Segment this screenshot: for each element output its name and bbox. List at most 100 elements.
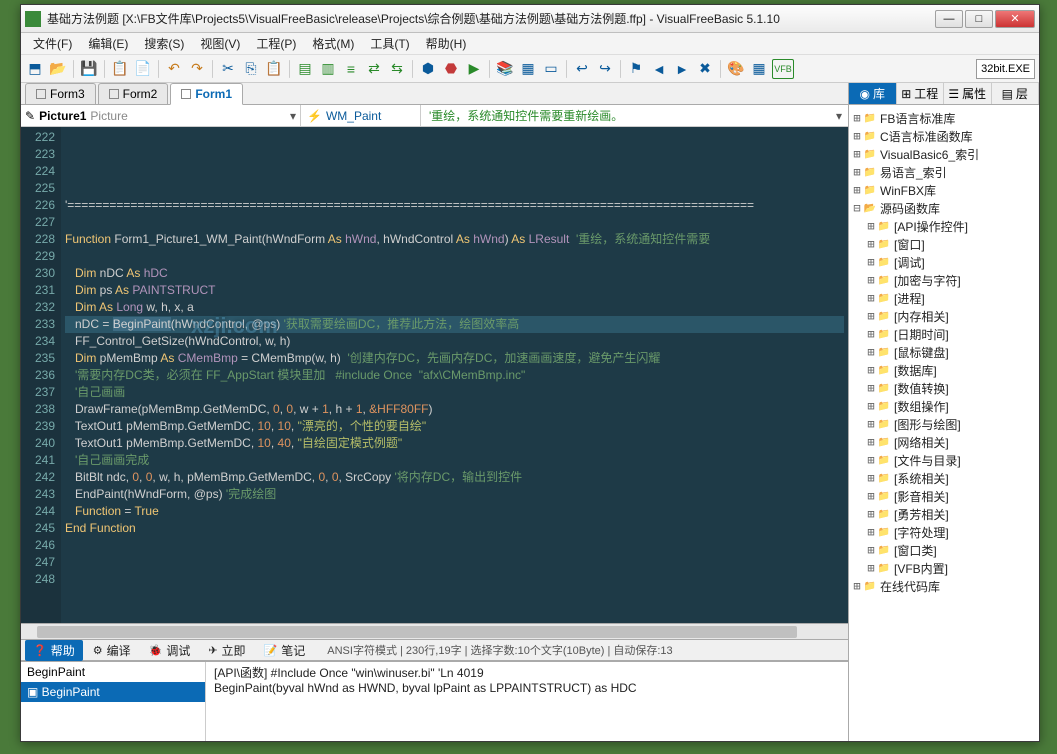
tree-node[interactable]: ⊞📁[窗口类] [851, 541, 1037, 559]
tree-node[interactable]: ⊞📁[字符处理] [851, 523, 1037, 541]
help-list[interactable]: BeginPaint▣ BeginPaint [21, 662, 206, 741]
run-button[interactable]: ▶ [464, 59, 484, 79]
menu-item[interactable]: 工程(P) [248, 33, 304, 54]
tree-node[interactable]: ⊞📁[鼠标键盘] [851, 343, 1037, 361]
redo-button[interactable]: ↷ [187, 59, 207, 79]
tree-node[interactable]: ⊞📁[API操作控件] [851, 217, 1037, 235]
bottom-tab[interactable]: 🐞调试 [141, 640, 199, 661]
flag-next-button[interactable]: ► [672, 59, 692, 79]
new-button[interactable]: ⬒ [25, 59, 45, 79]
tree-node[interactable]: ⊞📁[数值转换] [851, 379, 1037, 397]
bottom-tab[interactable]: ✈立即 [200, 640, 253, 661]
expander-icon[interactable]: ⊞ [851, 579, 863, 593]
tree-node[interactable]: ⊞📁FB语言标准库 [851, 109, 1037, 127]
object-selector[interactable]: ✎ Picture1 Picture ▾ [21, 105, 301, 126]
horizontal-scrollbar[interactable] [21, 623, 848, 639]
tree-node[interactable]: ⊞📁[进程] [851, 289, 1037, 307]
expander-icon[interactable]: ⊞ [851, 111, 863, 125]
expander-icon[interactable]: ⊟ [851, 201, 863, 215]
bottom-tab[interactable]: ❓帮助 [25, 640, 83, 661]
expander-icon[interactable]: ⊞ [865, 525, 877, 539]
prev-button[interactable]: ↩ [572, 59, 592, 79]
menu-item[interactable]: 文件(F) [25, 33, 80, 54]
expander-icon[interactable]: ⊞ [865, 291, 877, 305]
indent-button[interactable]: ▤ [295, 59, 315, 79]
expander-icon[interactable]: ⊞ [865, 219, 877, 233]
help-list-item[interactable]: ▣ BeginPaint [21, 682, 205, 702]
menu-item[interactable]: 帮助(H) [418, 33, 475, 54]
expander-icon[interactable]: ⊞ [865, 453, 877, 467]
uncomment-button[interactable]: ⇆ [387, 59, 407, 79]
comment-button[interactable]: ⇄ [364, 59, 384, 79]
format-button[interactable]: ≡ [341, 59, 361, 79]
expander-icon[interactable]: ⊞ [865, 237, 877, 251]
vfb-button[interactable]: VFB [772, 59, 794, 79]
chevron-down-icon[interactable]: ▾ [830, 109, 848, 123]
cut-button[interactable]: ✂ [218, 59, 238, 79]
tree-node[interactable]: ⊟📂源码函数库 [851, 199, 1037, 217]
module-button[interactable]: ▦ [518, 59, 538, 79]
tree-node[interactable]: ⊞📁易语言_索引 [851, 163, 1037, 181]
cube-button[interactable]: ⬢ [418, 59, 438, 79]
expander-icon[interactable]: ⊞ [851, 165, 863, 179]
tree-node[interactable]: ⊞📁VisualBasic6_索引 [851, 145, 1037, 163]
flag-prev-button[interactable]: ◄ [649, 59, 669, 79]
tree-node[interactable]: ⊞📁在线代码库 [851, 577, 1037, 595]
next-button[interactable]: ↪ [595, 59, 615, 79]
minimize-button[interactable]: — [935, 10, 963, 28]
expander-icon[interactable]: ⊞ [865, 273, 877, 287]
target-combo[interactable]: 32bit.EXE [976, 59, 1035, 79]
expander-icon[interactable]: ⊞ [865, 417, 877, 431]
save-button[interactable]: 💾 [79, 59, 99, 79]
side-tab[interactable]: ▤层 [992, 83, 1040, 104]
outdent-button[interactable]: ▥ [318, 59, 338, 79]
menu-item[interactable]: 视图(V) [192, 33, 248, 54]
copy-button[interactable]: 📋 [110, 59, 130, 79]
grid-button[interactable]: ▦ [749, 59, 769, 79]
titlebar[interactable]: 基础方法例题 [X:\FB文件库\Projects5\VisualFreeBas… [21, 5, 1039, 33]
tree-node[interactable]: ⊞📁[日期时间] [851, 325, 1037, 343]
close-button[interactable]: ✕ [995, 10, 1035, 28]
expander-icon[interactable]: ⊞ [851, 183, 863, 197]
flag-clear-button[interactable]: ✖ [695, 59, 715, 79]
expander-icon[interactable]: ⊞ [865, 255, 877, 269]
expander-icon[interactable]: ⊞ [865, 435, 877, 449]
bottom-tab[interactable]: 📝笔记 [256, 640, 314, 661]
menu-item[interactable]: 编辑(E) [80, 33, 136, 54]
library-tree[interactable]: ⊞📁FB语言标准库⊞📁C语言标准函数库⊞📁VisualBasic6_索引⊞📁易语… [849, 105, 1039, 741]
flag-button[interactable]: ⚑ [626, 59, 646, 79]
expander-icon[interactable]: ⊞ [865, 489, 877, 503]
palette-button[interactable]: 🎨 [726, 59, 746, 79]
tree-node[interactable]: ⊞📁[调试] [851, 253, 1037, 271]
expander-icon[interactable]: ⊞ [865, 345, 877, 359]
tree-node[interactable]: ⊞📁[窗口] [851, 235, 1037, 253]
tree-node[interactable]: ⊞📁[系统相关] [851, 469, 1037, 487]
bottom-tab[interactable]: ⚙编译 [85, 640, 139, 661]
stop-button[interactable]: ⬣ [441, 59, 461, 79]
tree-node[interactable]: ⊞📁[网络相关] [851, 433, 1037, 451]
chevron-down-icon[interactable]: ▾ [290, 109, 296, 123]
paste-button[interactable]: 📄 [133, 59, 153, 79]
tree-node[interactable]: ⊞📁[内存相关] [851, 307, 1037, 325]
tree-node[interactable]: ⊞📁[影音相关] [851, 487, 1037, 505]
document-tab[interactable]: Form2 [98, 83, 169, 104]
expander-icon[interactable]: ⊞ [865, 543, 877, 557]
menu-item[interactable]: 搜索(S) [136, 33, 192, 54]
help-list-item[interactable]: BeginPaint [21, 662, 205, 682]
menu-item[interactable]: 格式(M) [304, 33, 362, 54]
tree-node[interactable]: ⊞📁[数据库] [851, 361, 1037, 379]
side-tab[interactable]: ⊞工程 [897, 83, 945, 104]
copy2-button[interactable]: ⎘ [241, 59, 261, 79]
tree-node[interactable]: ⊞📁[勇芳相关] [851, 505, 1037, 523]
expander-icon[interactable]: ⊞ [865, 561, 877, 575]
expander-icon[interactable]: ⊞ [865, 507, 877, 521]
expander-icon[interactable]: ⊞ [865, 471, 877, 485]
tree-node[interactable]: ⊞📁[文件与目录] [851, 451, 1037, 469]
scrollbar-thumb[interactable] [37, 626, 797, 638]
undo-button[interactable]: ↶ [164, 59, 184, 79]
expander-icon[interactable]: ⊞ [865, 363, 877, 377]
maximize-button[interactable]: □ [965, 10, 993, 28]
expander-icon[interactable]: ⊞ [865, 327, 877, 341]
tree-node[interactable]: ⊞📁[数组操作] [851, 397, 1037, 415]
document-tab[interactable]: Form3 [25, 83, 96, 104]
